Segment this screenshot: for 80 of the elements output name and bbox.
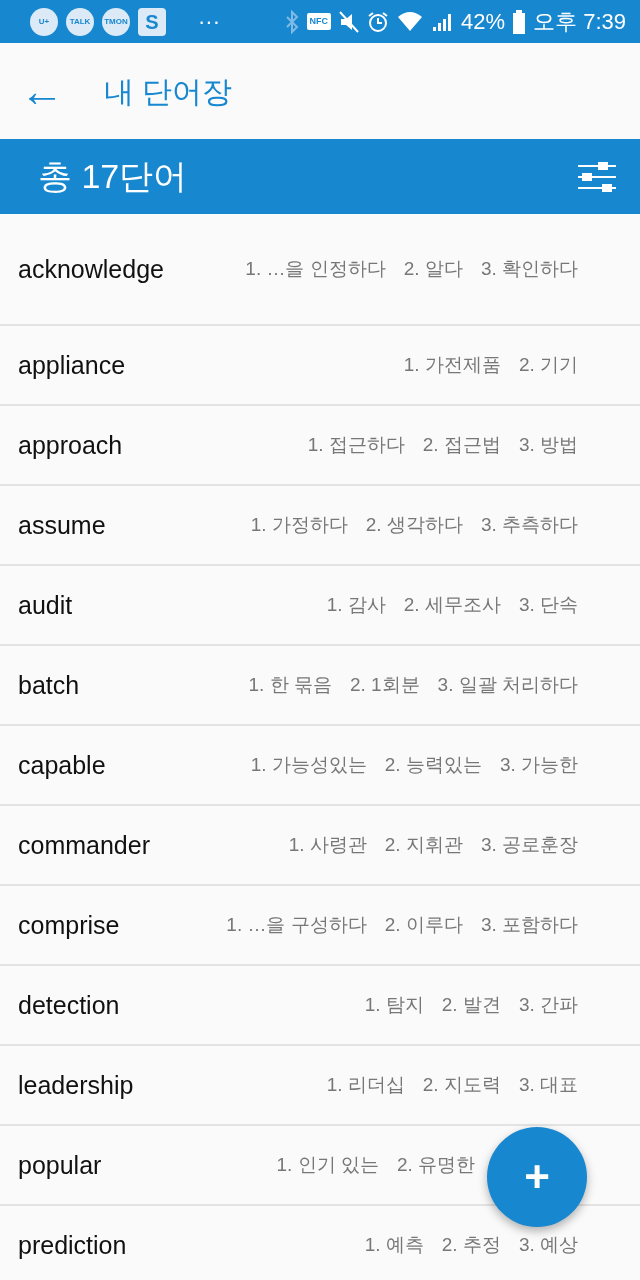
word: capable bbox=[18, 750, 107, 780]
word: audit bbox=[18, 590, 74, 620]
meaning: 3. 단속 bbox=[518, 593, 578, 615]
word-row[interactable]: leadership 1. 리더십 2. 지도력 3. 대표 bbox=[0, 1046, 640, 1126]
word: commander bbox=[18, 830, 151, 860]
word-row[interactable]: batch 1. 한 묶음 2. 1회분 3. 일괄 처리하다 bbox=[0, 646, 640, 726]
word: assume bbox=[18, 510, 107, 540]
meaning: 2. 세무조사 bbox=[403, 593, 501, 615]
meaning: 2. 능력있는 bbox=[384, 753, 482, 775]
meaning: 3. 예상 bbox=[518, 1233, 578, 1255]
word-row[interactable]: appliance 1. 가전제품 2. 기기 bbox=[0, 326, 640, 406]
meaning: 2. 생각하다 bbox=[365, 513, 463, 535]
clock: 오후 7:39 bbox=[533, 8, 626, 36]
word: appliance bbox=[18, 350, 127, 380]
bluetooth-icon bbox=[284, 9, 299, 34]
page-title: 내 단어장 bbox=[104, 73, 233, 110]
notification-icon: TMON bbox=[102, 7, 130, 36]
filter-button[interactable] bbox=[578, 160, 616, 193]
battery-text: 42% bbox=[461, 8, 506, 36]
meaning: 2. 지휘관 bbox=[384, 833, 463, 855]
meaning: 3. 간파 bbox=[518, 993, 578, 1015]
meaning: 1. …을 구성하다 bbox=[226, 913, 367, 935]
meaning: 1. 사령관 bbox=[288, 833, 367, 855]
word: batch bbox=[18, 670, 81, 700]
meaning: 1. 한 묶음 bbox=[248, 673, 332, 695]
meaning: 3. 확인하다 bbox=[480, 257, 578, 279]
meaning: 1. 예측 bbox=[364, 1233, 424, 1255]
meaning: 1. 감사 bbox=[326, 593, 386, 615]
mute-icon bbox=[339, 10, 359, 33]
notification-icon: TALK bbox=[66, 7, 94, 36]
word: popular bbox=[18, 1150, 103, 1180]
word: approach bbox=[18, 430, 124, 460]
word-row[interactable]: assume 1. 가정하다 2. 생각하다 3. 추측하다 bbox=[0, 486, 640, 566]
meaning: 3. 방법 bbox=[518, 433, 578, 455]
meaning: 3. 포함하다 bbox=[480, 913, 578, 935]
more-indicator: ··· bbox=[198, 8, 220, 36]
notification-icon: U+ bbox=[30, 7, 58, 36]
word-row[interactable]: comprise 1. …을 구성하다 2. 이루다 3. 포함하다 bbox=[0, 886, 640, 966]
word-row[interactable]: audit 1. 감사 2. 세무조사 3. 단속 bbox=[0, 566, 640, 646]
meaning: 2. 발견 bbox=[441, 993, 501, 1015]
meaning: 1. 가능성있는 bbox=[250, 753, 367, 775]
alarm-icon bbox=[367, 10, 389, 33]
word: detection bbox=[18, 990, 121, 1020]
sliders-icon bbox=[578, 160, 616, 193]
wifi-icon bbox=[397, 10, 423, 33]
meaning: 3. 일괄 처리하다 bbox=[437, 673, 578, 695]
meaning: 3. 공로훈장 bbox=[480, 833, 578, 855]
meaning: 2. 접근법 bbox=[422, 433, 501, 455]
meaning: 2. 유명한 bbox=[396, 1153, 475, 1175]
notification-icon: S bbox=[138, 7, 166, 36]
meaning: 3. 추측하다 bbox=[480, 513, 578, 535]
meaning: 1. 리더십 bbox=[326, 1073, 405, 1095]
word-row[interactable]: approach 1. 접근하다 2. 접근법 3. 방법 bbox=[0, 406, 640, 486]
meaning: 2. 1회분 bbox=[349, 673, 420, 695]
meaning: 1. …을 인정하다 bbox=[245, 257, 386, 279]
meaning: 1. 인기 있는 bbox=[276, 1153, 379, 1175]
word: leadership bbox=[18, 1070, 135, 1100]
add-button[interactable]: + bbox=[487, 1127, 587, 1227]
meaning: 2. 추정 bbox=[441, 1233, 501, 1255]
meaning: 2. 기기 bbox=[518, 353, 578, 375]
word: prediction bbox=[18, 1230, 128, 1260]
word: comprise bbox=[18, 910, 121, 940]
word-count: 총 17단어 bbox=[38, 156, 188, 197]
nfc-icon: NFC bbox=[306, 12, 331, 31]
word-row[interactable]: commander 1. 사령관 2. 지휘관 3. 공로훈장 bbox=[0, 806, 640, 886]
word-row[interactable]: detection 1. 탐지 2. 발견 3. 간파 bbox=[0, 966, 640, 1046]
meaning: 1. 가정하다 bbox=[250, 513, 348, 535]
meaning: 3. 대표 bbox=[518, 1073, 578, 1095]
meaning: 2. 지도력 bbox=[422, 1073, 501, 1095]
meaning: 1. 접근하다 bbox=[307, 433, 405, 455]
meaning: 3. 가능한 bbox=[499, 753, 578, 775]
meaning: 1. 탐지 bbox=[364, 993, 424, 1015]
battery-icon bbox=[513, 9, 526, 34]
back-button[interactable]: ← bbox=[20, 69, 64, 113]
meaning: 2. 알다 bbox=[403, 257, 463, 279]
meaning: 2. 이루다 bbox=[384, 913, 463, 935]
word: acknowledge bbox=[18, 254, 165, 284]
word-row[interactable]: acknowledge 1. …을 인정하다 2. 알다 3. 확인하다 bbox=[0, 214, 640, 326]
word-row[interactable]: capable 1. 가능성있는 2. 능력있는 3. 가능한 bbox=[0, 726, 640, 806]
meaning: 1. 가전제품 bbox=[403, 353, 501, 375]
